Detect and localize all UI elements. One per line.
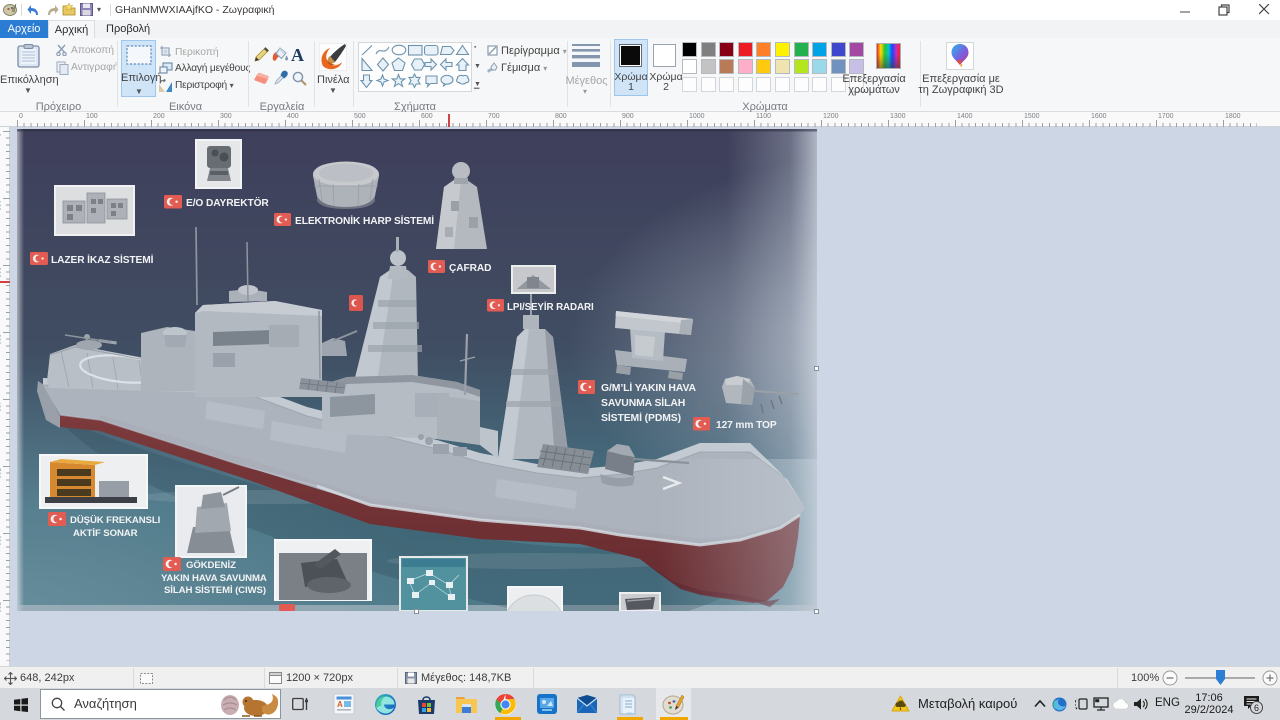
svg-text:YAKIN HAVA SAVUNMA: YAKIN HAVA SAVUNMA (161, 573, 267, 584)
svg-text:A: A (337, 700, 343, 709)
svg-text:127 mm TOP: 127 mm TOP (716, 420, 777, 431)
svg-text:LAZER İKAZ SİSTEMİ: LAZER İKAZ SİSTEMİ (51, 253, 154, 266)
svg-text:GÖKDENİZ: GÖKDENİZ (186, 560, 236, 571)
svg-text:SİLAH SİSTEMİ (CIWS): SİLAH SİSTEMİ (CIWS) (164, 585, 266, 596)
svg-text:SİSTEMİ (PDMS): SİSTEMİ (PDMS) (601, 411, 681, 424)
svg-text:E/O DAYREKTÖR: E/O DAYREKTÖR (186, 196, 269, 209)
svg-text:DÜŞÜK FREKANSLI: DÜŞÜK FREKANSLI (70, 515, 161, 526)
svg-text:ELEKTRONİK HARP SİSTEMİ: ELEKTRONİK HARP SİSTEMİ (295, 214, 434, 227)
svg-text:ÇAFRAD: ÇAFRAD (449, 263, 491, 274)
svg-text:G/M’Lİ YAKIN HAVA: G/M’Lİ YAKIN HAVA (601, 381, 696, 394)
svg-text:SAVUNMA SİLAH: SAVUNMA SİLAH (601, 396, 685, 409)
svg-text:AKTİF SONAR: AKTİF SONAR (73, 528, 138, 539)
svg-text:LPI/SEYİR RADARI: LPI/SEYİR RADARI (507, 302, 594, 313)
